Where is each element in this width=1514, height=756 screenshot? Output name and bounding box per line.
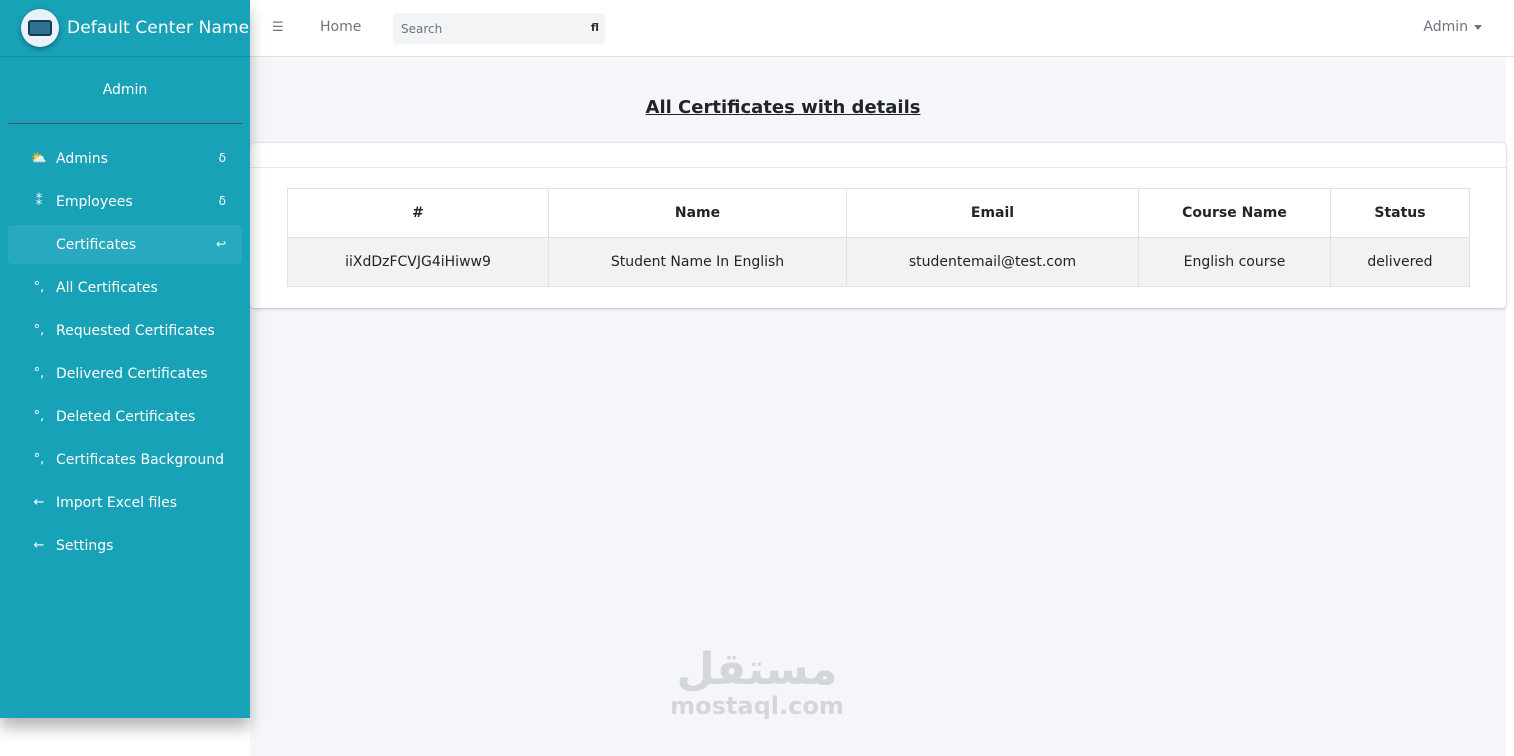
- top-navbar: ☰ Home fl Admin: [250, 0, 1514, 57]
- sidebar-item-label: Employees: [56, 193, 133, 210]
- watermark: مستقل mostaql.com: [666, 644, 848, 721]
- column-header-name[interactable]: Name: [548, 188, 847, 238]
- arrow-left-icon: ←: [33, 538, 45, 553]
- search-input[interactable]: [393, 13, 573, 44]
- certificates-table: # Name Email Course Name Status iiXdDzFC…: [287, 188, 1470, 287]
- circle-icon: °,: [33, 323, 45, 338]
- column-header-id[interactable]: #: [287, 188, 549, 238]
- expand-caret-icon: δ: [218, 151, 226, 165]
- cell-course: English course: [1138, 237, 1331, 287]
- sidebar: Default Center Name Admin ⛅ Admins δ ⁑ Emplo…: [0, 0, 250, 718]
- circle-icon: °,: [33, 280, 45, 295]
- circle-icon: °,: [33, 409, 45, 424]
- card-header: [250, 143, 1506, 168]
- sidebar-item-label: Import Excel files: [56, 494, 178, 511]
- user-dropdown-label: Admin: [1423, 19, 1468, 35]
- sidebar-item-deleted-certificates[interactable]: °, Deleted Certificates: [8, 397, 242, 436]
- sidebar-item-certificates-background[interactable]: °, Certificates Background: [8, 440, 242, 479]
- column-header-email[interactable]: Email: [846, 188, 1139, 238]
- cell-id: iiXdDzFCVJG4iHiww9: [287, 237, 549, 287]
- user-dropdown[interactable]: Admin: [1423, 19, 1482, 35]
- sidebar-item-label: Deleted Certificates: [56, 408, 196, 425]
- certificates-card: # Name Email Course Name Status iiXdDzFC…: [250, 143, 1506, 308]
- sidebar-item-admins[interactable]: ⛅ Admins δ: [8, 139, 242, 178]
- search-icon[interactable]: fl: [591, 21, 599, 34]
- sidebar-item-requested-certificates[interactable]: °, Requested Certificates: [8, 311, 242, 350]
- cell-name: Student Name In English: [548, 237, 847, 287]
- sidebar-item-label: Delivered Certificates: [56, 365, 208, 382]
- caret-down-icon: [1474, 24, 1482, 30]
- sidebar-item-all-certificates[interactable]: °, All Certificates: [8, 268, 242, 307]
- sidebar-item-certificates[interactable]: Certificates ↩: [8, 225, 242, 264]
- circle-icon: °,: [33, 452, 45, 467]
- home-link[interactable]: Home: [320, 19, 361, 35]
- brand-name: Default Center Name: [67, 18, 250, 38]
- sidebar-item-delivered-certificates[interactable]: °, Delivered Certificates: [8, 354, 242, 393]
- menu-toggle-icon[interactable]: ☰: [272, 20, 284, 35]
- expand-caret-icon: ↩: [215, 237, 226, 251]
- sidebar-item-settings[interactable]: ← Settings: [8, 526, 242, 565]
- cell-email: studentemail@test.com: [846, 237, 1139, 287]
- watermark-latin: mostaql.com: [670, 692, 844, 720]
- sidebar-item-label: Certificates: [56, 236, 137, 253]
- sidebar-item-label: Admins: [56, 150, 108, 167]
- watermark-arabic: مستقل: [676, 644, 838, 695]
- search-box: fl: [393, 13, 605, 44]
- cell-status: delivered: [1330, 237, 1470, 287]
- gauge-icon: ⛅: [30, 151, 48, 166]
- user-name[interactable]: Admin: [103, 82, 148, 98]
- column-header-status[interactable]: Status: [1330, 188, 1470, 238]
- expand-caret-icon: δ: [218, 194, 226, 208]
- sidebar-nav: ⛅ Admins δ ⁑ Employees δ Certificates ↩ °, All Ce…: [0, 124, 250, 565]
- arrow-left-icon: ←: [33, 495, 45, 510]
- sidebar-item-employees[interactable]: ⁑ Employees δ: [8, 182, 242, 221]
- user-panel: Admin: [8, 57, 242, 124]
- sidebar-item-label: Requested Certificates: [56, 322, 215, 339]
- main-content: All Certificates with details # Name Ema…: [250, 57, 1506, 756]
- sidebar-item-label: All Certificates: [56, 279, 158, 296]
- users-icon: ⁑: [35, 194, 43, 209]
- table-header-row: # Name Email Course Name Status: [287, 188, 1470, 238]
- brand-link[interactable]: Default Center Name: [0, 0, 250, 57]
- table-row[interactable]: iiXdDzFCVJG4iHiww9 Student Name In Engli…: [287, 237, 1470, 287]
- page-title: All Certificates with details: [645, 97, 921, 118]
- sidebar-item-label: Settings: [56, 537, 114, 554]
- sidebar-item-import-excel-files[interactable]: ← Import Excel files: [8, 483, 242, 522]
- column-header-course[interactable]: Course Name: [1138, 188, 1331, 238]
- circle-icon: °,: [33, 366, 45, 381]
- brand-logo-icon: [21, 9, 59, 47]
- sidebar-item-label: Certificates Background: [56, 451, 224, 468]
